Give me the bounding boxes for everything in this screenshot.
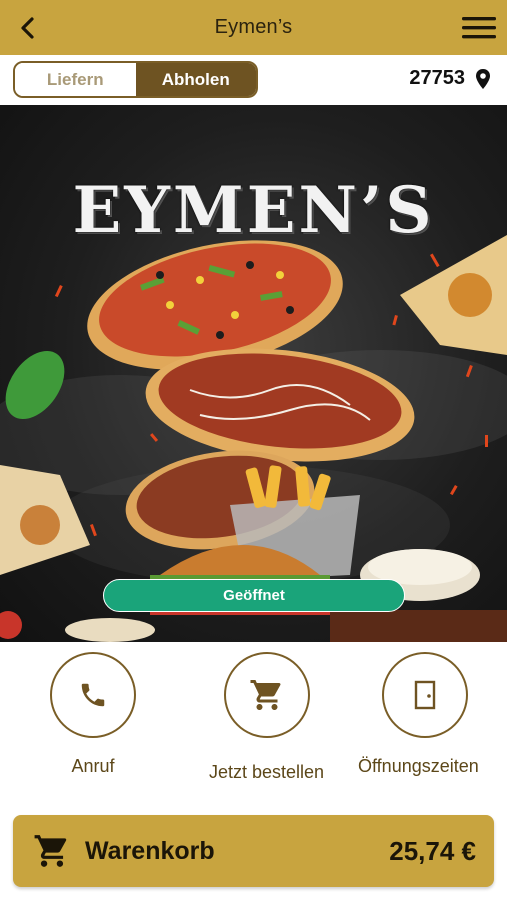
app-header: Eymen’s: [0, 0, 507, 55]
cart-label: Warenkorb: [85, 836, 215, 865]
menu-button[interactable]: [461, 13, 497, 43]
restaurant-logo-text: EYMEN’S: [72, 173, 435, 248]
location-selector[interactable]: 27753: [409, 67, 491, 90]
hero-banner: EYMEN’S Geöffnet: [0, 105, 507, 642]
delivery-mode-toggle[interactable]: Liefern Abholen: [13, 61, 258, 98]
mode-row: Liefern Abholen 27753: [0, 55, 507, 105]
cart-total: 25,74 €: [389, 835, 476, 866]
toggle-option-abholen[interactable]: Abholen: [135, 63, 256, 96]
toggle-option-liefern[interactable]: Liefern: [15, 63, 136, 96]
opening-hours-action[interactable]: Öffnungszeiten: [358, 652, 479, 777]
quick-actions: Anruf Jetzt bestellen Öffnungszeiten: [0, 642, 507, 802]
order-now-button[interactable]: [223, 652, 310, 738]
call-button[interactable]: [50, 652, 136, 738]
shopping-cart-icon: [250, 680, 281, 710]
order-now-action[interactable]: Jetzt bestellen: [209, 652, 324, 783]
location-pin-icon: [476, 68, 490, 89]
call-label: Anruf: [71, 756, 115, 776]
opening-hours-label: Öffnungszeiten: [358, 756, 479, 776]
page-title: Eymen’s: [214, 16, 293, 38]
phone-icon: [81, 683, 105, 707]
door-icon: [415, 680, 436, 710]
back-button[interactable]: [14, 14, 42, 42]
call-action[interactable]: Anruf: [50, 652, 136, 777]
chevron-left-icon: [21, 17, 34, 39]
cart-bar[interactable]: Warenkorb 25,74 €: [13, 815, 494, 887]
shopping-cart-icon: [34, 835, 67, 867]
zip-code: 27753: [409, 67, 465, 89]
order-now-label: Jetzt bestellen: [209, 762, 325, 782]
hamburger-menu-icon: [462, 17, 496, 39]
opening-hours-button[interactable]: [382, 652, 469, 738]
open-status-badge[interactable]: Geöffnet: [103, 579, 405, 612]
